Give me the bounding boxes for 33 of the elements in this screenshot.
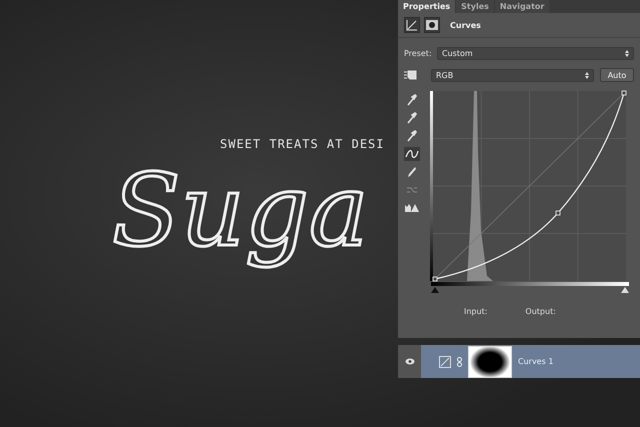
curve-point[interactable]: [622, 90, 626, 96]
panel-tab[interactable]: Navigator: [494, 0, 550, 13]
updown-arrows-icon: [585, 72, 589, 78]
clipping-warning-icon: [404, 203, 420, 213]
mask-icon[interactable]: [424, 17, 440, 33]
curves-adjustment-icon[interactable]: [404, 17, 420, 33]
layer-name: Curves 1: [518, 357, 554, 366]
artwork-tagline: SWEET TREATS AT DESI: [220, 137, 384, 151]
panel-heading: Curves: [450, 20, 481, 30]
curve-icon: [405, 149, 419, 159]
curve-point[interactable]: [432, 276, 438, 282]
artwork-title: Suga: [111, 151, 370, 271]
eyedropper-icon: [407, 112, 417, 124]
preset-label: Preset:: [404, 48, 431, 58]
preset-dropdown[interactable]: Custom: [437, 46, 634, 60]
pencil-icon: [407, 166, 417, 178]
smooth-curve-icon: [406, 185, 418, 195]
output-label: Output:: [525, 307, 556, 316]
input-label: Input:: [464, 307, 488, 316]
curve-tool[interactable]: [404, 147, 420, 161]
layer-row[interactable]: Curves 1: [421, 345, 640, 378]
channel-dropdown[interactable]: RGB: [431, 68, 594, 82]
curves-adjustment-icon: [439, 356, 451, 368]
link-icon[interactable]: [457, 356, 462, 366]
updown-arrows-icon: [625, 50, 629, 56]
eye-icon[interactable]: [404, 358, 414, 365]
panel-tab[interactable]: Properties: [398, 0, 456, 13]
mask-thumbnail: [468, 346, 512, 378]
auto-button[interactable]: Auto: [600, 68, 634, 82]
curve-point[interactable]: [556, 210, 560, 216]
eyedropper-icon: [407, 94, 417, 106]
panel-tab[interactable]: Styles: [456, 0, 494, 13]
eyedropper-icon: [407, 130, 417, 142]
